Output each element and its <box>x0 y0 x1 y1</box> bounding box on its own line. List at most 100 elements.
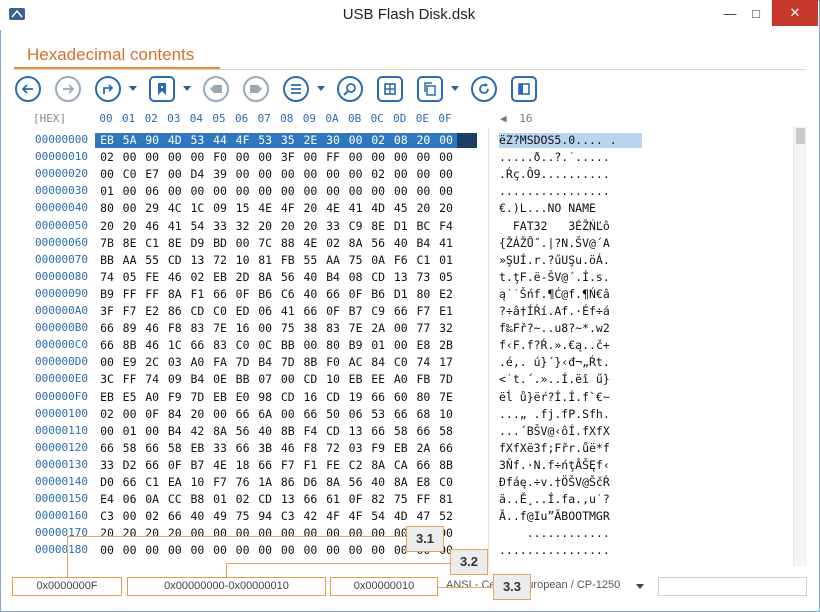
hex-byte[interactable]: C0 <box>208 304 232 319</box>
hex-byte[interactable]: 45 <box>389 201 413 216</box>
hex-byte[interactable]: FE <box>321 458 345 473</box>
hex-byte[interactable]: 8A <box>253 270 277 285</box>
hex-row[interactable]: E4 06 0A CC B8 01 02 CD 13 66 61 0F 82 75 FF 81 <box>95 492 465 507</box>
hex-byte[interactable]: 7E <box>434 390 458 405</box>
encoding-select[interactable]: ANSI - Central European / CP-1250 <box>446 579 620 591</box>
goto-button[interactable] <box>95 76 121 102</box>
hex-byte[interactable]: 20 <box>298 219 322 234</box>
hex-row[interactable]: 00 01 00 B4 42 8A 56 40 8B F4 CD 13 66 58 66 58 <box>95 424 465 439</box>
hex-byte[interactable]: 00 <box>231 543 255 558</box>
hex-byte[interactable]: FF <box>118 372 142 387</box>
hex-byte[interactable]: 00 <box>163 184 187 199</box>
hex-byte[interactable]: 00 <box>298 150 322 165</box>
hex-row[interactable]: EB 5A 90 4D 53 44 4F 53 35 2E 30 00 02 08 20 00 <box>95 133 465 148</box>
hex-byte[interactable]: 06 <box>118 492 142 507</box>
hex-byte[interactable]: 60 <box>389 390 413 405</box>
hex-byte[interactable]: E8 <box>411 338 435 353</box>
hex-byte[interactable]: 33 <box>321 219 345 234</box>
hex-byte[interactable]: 42 <box>298 509 322 524</box>
hex-byte[interactable]: 4D <box>366 201 390 216</box>
hex-byte[interactable]: 2A <box>366 321 390 336</box>
hex-byte[interactable]: 00 <box>95 424 119 439</box>
hex-byte[interactable]: 03 <box>163 355 187 370</box>
hex-byte[interactable]: 00 <box>344 184 368 199</box>
hex-byte[interactable]: D1 <box>389 219 413 234</box>
hex-byte[interactable]: A0 <box>140 390 164 405</box>
hex-byte[interactable]: 83 <box>185 321 209 336</box>
hex-byte[interactable]: FF <box>140 287 164 302</box>
hex-byte[interactable]: 00 <box>231 167 255 182</box>
hex-byte[interactable]: FE <box>140 270 164 285</box>
hex-byte[interactable]: 02 <box>95 150 119 165</box>
ansi-row[interactable]: ................ <box>499 543 610 558</box>
hex-byte[interactable]: E9 <box>118 355 142 370</box>
hex-byte[interactable]: 01 <box>95 184 119 199</box>
hex-byte[interactable]: 44 <box>208 133 232 148</box>
hex-byte[interactable]: 80 <box>321 338 345 353</box>
hex-byte[interactable]: 00 <box>366 150 390 165</box>
hex-byte[interactable]: D6 <box>298 475 322 490</box>
hex-byte[interactable]: 2E <box>298 133 322 148</box>
hex-byte[interactable]: 40 <box>253 424 277 439</box>
hex-byte[interactable]: 03 <box>344 441 368 456</box>
ansi-row[interactable]: <˙t.´.»..Í.ëî ű} <box>499 372 610 387</box>
hex-byte[interactable]: 8B <box>276 424 300 439</box>
hex-byte[interactable]: 66 <box>298 492 322 507</box>
hex-byte[interactable]: 02 <box>366 133 390 148</box>
hex-byte[interactable]: 00 <box>118 184 142 199</box>
hex-byte[interactable]: 66 <box>366 424 390 439</box>
hex-byte[interactable]: 00 <box>140 424 164 439</box>
hex-byte[interactable]: F9 <box>366 441 390 456</box>
hex-byte[interactable]: 7E <box>208 321 232 336</box>
hex-byte[interactable]: 00 <box>411 167 435 182</box>
hex-row[interactable]: 01 00 06 00 00 00 00 00 00 00 00 00 00 00 00 00 <box>95 184 465 199</box>
hex-byte[interactable]: 00 <box>344 167 368 182</box>
hex-byte[interactable]: 19 <box>344 390 368 405</box>
hex-byte[interactable]: 41 <box>276 304 300 319</box>
hex-byte[interactable]: AC <box>344 355 368 370</box>
hex-row[interactable]: 3F F7 E2 86 CD C0 ED 06 41 66 0F B7 C9 66 F7 E1 <box>95 304 465 319</box>
hex-byte[interactable]: 94 <box>253 509 277 524</box>
back-button[interactable] <box>15 76 41 102</box>
hex-byte[interactable]: C0 <box>231 338 255 353</box>
hex-byte[interactable]: ED <box>231 304 255 319</box>
hex-byte[interactable]: 00 <box>231 184 255 199</box>
hex-byte[interactable]: 02 <box>321 236 345 251</box>
hex-byte[interactable]: 20 <box>253 219 277 234</box>
hex-byte[interactable]: 02 <box>231 492 255 507</box>
hex-byte[interactable]: 00 <box>389 167 413 182</box>
hex-byte[interactable]: FF <box>118 287 142 302</box>
hex-row[interactable]: BB AA 55 CD 13 72 10 81 FB 55 AA 75 0A F6 C1 01 <box>95 253 465 268</box>
hex-byte[interactable]: 1A <box>253 475 277 490</box>
hex-byte[interactable]: 55 <box>298 253 322 268</box>
hex-byte[interactable]: 06 <box>253 304 277 319</box>
hex-byte[interactable]: F8 <box>298 441 322 456</box>
hex-byte[interactable]: 7B <box>95 236 119 251</box>
hex-byte[interactable]: 2D <box>231 270 255 285</box>
hex-byte[interactable]: 00 <box>298 543 322 558</box>
hex-byte[interactable]: 00 <box>163 543 187 558</box>
hex-byte[interactable]: 55 <box>140 253 164 268</box>
hex-byte[interactable]: 72 <box>321 441 345 456</box>
hex-byte[interactable]: D1 <box>389 287 413 302</box>
hex-byte[interactable]: 02 <box>366 167 390 182</box>
hex-byte[interactable]: 0E <box>208 372 232 387</box>
hex-byte[interactable]: 00 <box>231 150 255 165</box>
hex-byte[interactable]: 01 <box>434 253 458 268</box>
hex-byte[interactable]: 00 <box>298 338 322 353</box>
hex-byte[interactable]: 00 <box>231 526 255 541</box>
hex-byte[interactable]: 00 <box>118 407 142 422</box>
hex-byte[interactable]: 00 <box>253 321 277 336</box>
hex-byte[interactable]: 00 <box>163 150 187 165</box>
hex-row[interactable]: D0 66 C1 EA 10 F7 76 1A 86 D6 8A 56 40 8A E8 C0 <box>95 475 465 490</box>
hex-byte[interactable]: 66 <box>95 338 119 353</box>
hex-byte[interactable]: 00 <box>208 407 232 422</box>
hex-byte[interactable]: 53 <box>185 133 209 148</box>
hex-byte[interactable]: 4F <box>276 201 300 216</box>
hex-byte[interactable]: F4 <box>298 424 322 439</box>
close-button[interactable]: ✕ <box>772 0 818 26</box>
hex-byte[interactable]: 86 <box>276 475 300 490</box>
hex-byte[interactable]: 29 <box>140 201 164 216</box>
hex-byte[interactable]: C1 <box>140 475 164 490</box>
hex-byte[interactable]: 80 <box>95 201 119 216</box>
